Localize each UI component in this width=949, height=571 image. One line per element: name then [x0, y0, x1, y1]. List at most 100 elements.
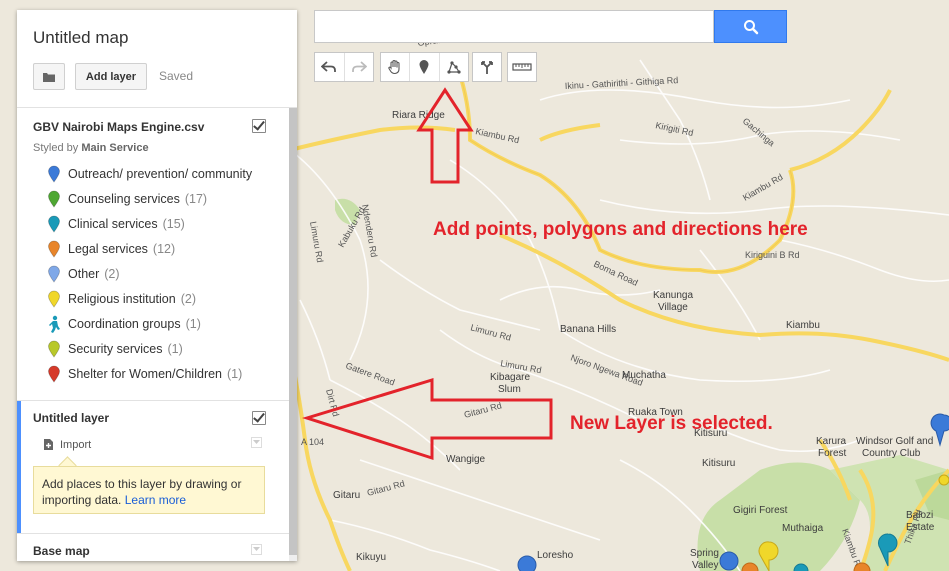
- svg-text:Karura: Karura: [816, 436, 846, 447]
- select-items-button[interactable]: [381, 53, 411, 81]
- base-map-section[interactable]: Base map: [17, 533, 289, 561]
- hand-icon: [388, 59, 400, 75]
- svg-text:Kanunga: Kanunga: [653, 290, 693, 301]
- category-count: (2): [180, 292, 196, 306]
- search-icon: [743, 19, 758, 34]
- svg-text:Village: Village: [658, 302, 688, 313]
- svg-text:Kiriguini B Rd: Kiriguini B Rd: [745, 250, 800, 260]
- category-item[interactable]: Religious institution (2): [47, 289, 196, 309]
- open-map-button[interactable]: [33, 63, 65, 90]
- layer-options-dropdown[interactable]: [251, 437, 262, 448]
- svg-text:Slum: Slum: [498, 384, 521, 395]
- svg-text:A 104: A 104: [301, 437, 324, 447]
- drawing-toolbar: [380, 52, 469, 82]
- search-input[interactable]: [314, 10, 714, 43]
- layers-panel: Untitled map Add layer Saved GBV Nairobi…: [17, 10, 297, 561]
- svg-text:Valley: Valley: [692, 560, 719, 571]
- chevron-down-icon: [253, 440, 260, 444]
- measure-toolbar: [507, 52, 537, 82]
- svg-text:Spring: Spring: [690, 548, 719, 559]
- category-item[interactable]: Other (2): [47, 264, 120, 284]
- svg-text:Muthaiga: Muthaiga: [782, 523, 824, 534]
- pin-orange: [48, 240, 60, 258]
- category-label: Outreach/ prevention/ community: [68, 167, 253, 181]
- pin-yellow: [48, 290, 60, 308]
- marker-icon: [419, 60, 429, 74]
- map-marker-yellow[interactable]: [938, 474, 949, 486]
- svg-text:Kiambu: Kiambu: [786, 320, 820, 331]
- category-label: Religious institution: [68, 292, 176, 306]
- base-map-dropdown[interactable]: [251, 544, 262, 555]
- svg-text:Wangige: Wangige: [446, 454, 486, 465]
- selected-layer-indicator: [17, 401, 21, 534]
- undo-button[interactable]: [315, 53, 345, 81]
- search-button[interactable]: [714, 10, 787, 43]
- svg-text:Country Club: Country Club: [862, 448, 921, 459]
- category-count: (1): [227, 367, 243, 381]
- pin-yellowgreen: [48, 340, 60, 358]
- line-icon: [447, 61, 461, 74]
- svg-text:Muchatha: Muchatha: [622, 370, 666, 381]
- svg-text:Kibagare: Kibagare: [490, 372, 530, 383]
- person-icon: [49, 315, 60, 333]
- base-map-title[interactable]: Base map: [33, 544, 90, 558]
- draw-line-button[interactable]: [440, 53, 468, 81]
- svg-text:Windsor Golf and: Windsor Golf and: [856, 436, 933, 447]
- import-link[interactable]: Import: [43, 438, 91, 451]
- chevron-down-icon: [253, 547, 260, 551]
- map-marker-blue[interactable]: [719, 551, 739, 571]
- pin-blue: [48, 165, 60, 183]
- folder-icon: [43, 72, 55, 82]
- layer-hint-tooltip: Add places to this layer by drawing or i…: [33, 466, 265, 514]
- category-item[interactable]: Outreach/ prevention/ community: [47, 164, 257, 184]
- layer-visibility-checkbox[interactable]: [252, 411, 266, 425]
- category-label: Legal services: [68, 242, 148, 256]
- layer-visibility-checkbox[interactable]: [252, 119, 266, 133]
- category-item[interactable]: Counseling services (17): [47, 189, 207, 209]
- svg-text:Kitisuru: Kitisuru: [702, 458, 735, 469]
- category-label: Counseling services: [68, 192, 180, 206]
- redo-button[interactable]: [345, 53, 374, 81]
- learn-more-link[interactable]: Learn more: [125, 493, 186, 507]
- category-label: Security services: [68, 342, 163, 356]
- measure-button[interactable]: [508, 53, 536, 81]
- scrollbar-thumb[interactable]: [289, 108, 297, 555]
- category-count: (1): [185, 317, 201, 331]
- svg-text:Gigiri Forest: Gigiri Forest: [733, 505, 788, 516]
- save-status: Saved: [159, 69, 194, 83]
- layer-untitled: Untitled layer Import Add places to this…: [17, 400, 289, 534]
- svg-text:Gitaru: Gitaru: [333, 490, 360, 501]
- add-directions-button[interactable]: [473, 53, 501, 81]
- add-marker-button[interactable]: [410, 53, 440, 81]
- map-title[interactable]: Untitled map: [33, 28, 128, 48]
- styled-by-label[interactable]: Styled by Main Service: [33, 142, 149, 154]
- svg-text:Kikuyu: Kikuyu: [356, 552, 386, 563]
- directions-icon: [481, 61, 493, 74]
- layer-title[interactable]: GBV Nairobi Maps Engine.csv: [33, 120, 204, 134]
- category-count: (15): [162, 217, 185, 231]
- layer-title[interactable]: Untitled layer: [33, 411, 109, 425]
- redo-icon: [351, 61, 367, 72]
- category-item[interactable]: Security services (1): [47, 339, 183, 359]
- annotation-text-right: New Layer is selected.: [570, 413, 773, 434]
- svg-text:Loresho: Loresho: [537, 550, 574, 561]
- layer-gbv-csv: GBV Nairobi Maps Engine.csv Styled by Ma…: [17, 108, 289, 400]
- add-layer-button[interactable]: Add layer: [75, 63, 147, 90]
- pin-green: [48, 190, 60, 208]
- category-item[interactable]: Clinical services (15): [47, 214, 185, 234]
- svg-text:Riara Ridge: Riara Ridge: [392, 110, 445, 121]
- category-item[interactable]: Legal services (12): [47, 239, 175, 259]
- pin-lightblue: [48, 265, 60, 283]
- category-item[interactable]: Coordination groups (1): [47, 314, 201, 334]
- category-count: (17): [184, 192, 208, 206]
- category-count: (2): [104, 267, 120, 281]
- undo-icon: [321, 61, 337, 72]
- history-toolbar: [314, 52, 374, 82]
- pin-teal: [48, 215, 60, 233]
- map-marker-blue[interactable]: [517, 555, 537, 571]
- panel-header: Untitled map Add layer Saved: [17, 10, 297, 108]
- category-count: (1): [167, 342, 183, 356]
- category-item[interactable]: Shelter for Women/Children (1): [47, 364, 242, 384]
- import-icon: [44, 439, 53, 450]
- svg-text:Banana Hills: Banana Hills: [560, 324, 616, 335]
